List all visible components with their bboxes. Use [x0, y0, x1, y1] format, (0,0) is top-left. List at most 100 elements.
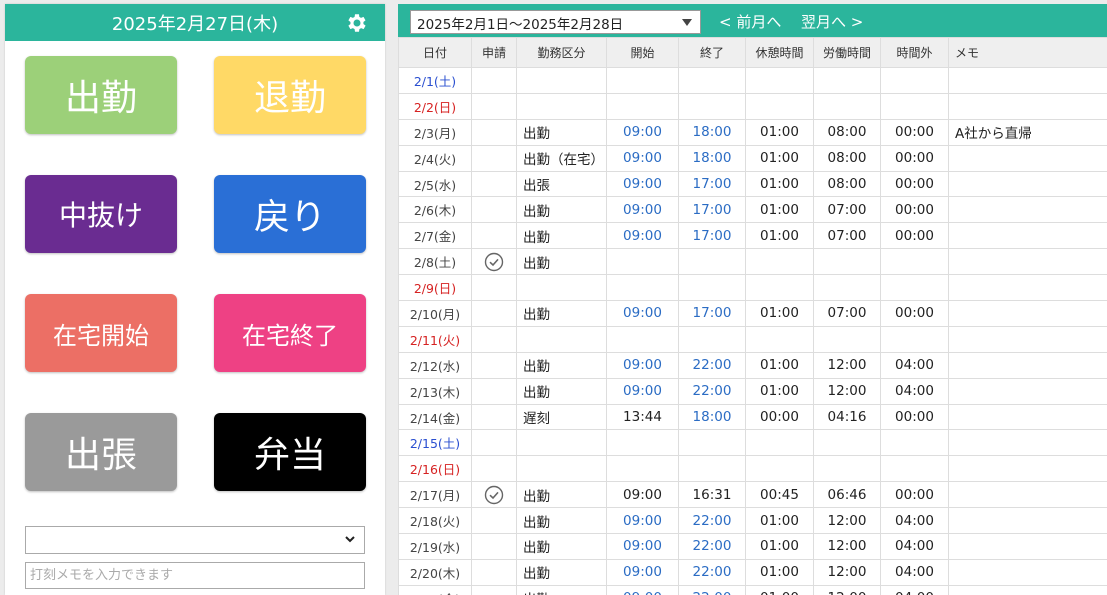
- gear-icon[interactable]: [345, 11, 369, 35]
- end-time-cell[interactable]: [678, 325, 746, 353]
- end-time-cell[interactable]: 17:00: [678, 170, 746, 198]
- table-row[interactable]: 2/16(日): [398, 455, 1107, 483]
- start-time-cell[interactable]: [606, 67, 679, 94]
- end-time-cell[interactable]: 18:00: [678, 144, 746, 172]
- start-time-cell[interactable]: [606, 429, 679, 457]
- start-time-cell[interactable]: 09:00: [606, 222, 679, 250]
- table-row[interactable]: 2/11(火): [398, 325, 1107, 353]
- table-row[interactable]: 2/6(木) 出勤 09:00 17:00 01:00 07:00 00:00: [398, 196, 1107, 224]
- table-row[interactable]: 2/18(火) 出勤 09:00 22:00 01:00 12:00 04:00: [398, 507, 1107, 535]
- clock-in-button[interactable]: 出勤: [25, 56, 177, 134]
- request-cell[interactable]: [471, 170, 517, 198]
- end-time-cell[interactable]: 18:00: [678, 403, 746, 431]
- break-time-cell: 01:00: [745, 377, 814, 405]
- table-row[interactable]: 2/15(土): [398, 429, 1107, 457]
- end-time-cell[interactable]: 22:00: [678, 533, 746, 560]
- table-row[interactable]: 2/5(水) 出張 09:00 17:00 01:00 08:00 00:00: [398, 170, 1107, 198]
- start-time-cell[interactable]: [606, 325, 679, 353]
- start-time-cell[interactable]: 09:00: [606, 300, 679, 327]
- table-row[interactable]: 2/21(金) 出勤09:0022:0001:0012:0004:00: [398, 584, 1107, 595]
- end-time-cell[interactable]: [678, 92, 746, 120]
- start-time-cell[interactable]: 13:44: [606, 403, 679, 431]
- request-cell[interactable]: [471, 533, 517, 560]
- end-time-cell[interactable]: 16:31: [678, 481, 746, 509]
- table-row[interactable]: 2/12(水) 出勤 09:00 22:00 01:00 12:00 04:00: [398, 351, 1107, 379]
- end-time-cell[interactable]: 18:00: [678, 118, 746, 146]
- request-cell[interactable]: [471, 507, 517, 535]
- punch-memo-input[interactable]: [25, 562, 365, 589]
- end-time-cell[interactable]: [678, 455, 746, 483]
- request-cell[interactable]: [471, 377, 517, 405]
- punch-type-select[interactable]: [25, 526, 365, 554]
- request-cell[interactable]: [471, 584, 517, 595]
- table-row[interactable]: 2/10(月) 出勤 09:00 17:00 01:00 07:00 00:00: [398, 300, 1107, 327]
- request-cell[interactable]: [471, 481, 517, 509]
- prev-month-link[interactable]: < 前月へ: [719, 11, 781, 32]
- table-row[interactable]: 2/9(日): [398, 274, 1107, 302]
- table-row[interactable]: 2/2(日): [398, 92, 1107, 120]
- start-time-cell[interactable]: 09:00: [606, 558, 679, 586]
- request-cell[interactable]: [471, 558, 517, 586]
- end-time-cell[interactable]: 22:00: [678, 377, 746, 405]
- request-cell[interactable]: [471, 429, 517, 457]
- end-time-cell[interactable]: 22:00: [678, 558, 746, 586]
- table-row[interactable]: 2/4(火) 出勤（在宅） 09:00 18:00 01:00 08:00 00:00: [398, 144, 1107, 172]
- request-cell[interactable]: [471, 300, 517, 327]
- request-cell[interactable]: [471, 403, 517, 431]
- request-cell[interactable]: [471, 248, 517, 276]
- start-time-cell[interactable]: 09:00: [606, 196, 679, 224]
- table-row[interactable]: 2/1(土): [398, 67, 1107, 94]
- date-range-select[interactable]: 2025年2月1日～2025年2月28日: [410, 10, 701, 34]
- next-month-link[interactable]: 翌月へ >: [801, 11, 863, 32]
- end-time-cell[interactable]: 22:00: [678, 584, 746, 595]
- table-row[interactable]: 2/20(木) 出勤 09:00 22:00 01:00 12:00 04:00: [398, 558, 1107, 586]
- request-cell[interactable]: [471, 274, 517, 302]
- end-time-cell[interactable]: 17:00: [678, 300, 746, 327]
- start-time-cell[interactable]: 09:00: [606, 507, 679, 535]
- business-trip-button[interactable]: 出張: [25, 413, 177, 491]
- clock-out-button[interactable]: 退勤: [214, 56, 366, 134]
- end-time-cell[interactable]: [678, 429, 746, 457]
- end-time-cell[interactable]: 17:00: [678, 196, 746, 224]
- start-time-cell[interactable]: 09:00: [606, 584, 679, 595]
- break-out-button[interactable]: 中抜け: [25, 175, 177, 253]
- end-time-cell[interactable]: [678, 67, 746, 94]
- start-time-cell[interactable]: 09:00: [606, 144, 679, 172]
- start-time-cell[interactable]: 09:00: [606, 481, 679, 509]
- table-row[interactable]: 2/17(月) 出勤 09:00 16:31 00:45 06:46 00:00: [398, 481, 1107, 509]
- table-row[interactable]: 2/19(水) 出勤 09:00 22:00 01:00 12:00 04:00: [398, 533, 1107, 560]
- end-time-cell[interactable]: [678, 248, 746, 276]
- request-cell[interactable]: [471, 222, 517, 250]
- start-time-cell[interactable]: 09:00: [606, 118, 679, 146]
- request-cell[interactable]: [471, 67, 517, 94]
- work-type-cell: [516, 455, 607, 483]
- end-time-cell[interactable]: 17:00: [678, 222, 746, 250]
- start-time-cell[interactable]: 09:00: [606, 170, 679, 198]
- start-time-cell[interactable]: [606, 248, 679, 276]
- table-row[interactable]: 2/8(土) 出勤: [398, 248, 1107, 276]
- table-row[interactable]: 2/13(木) 出勤 09:00 22:00 01:00 12:00 04:00: [398, 377, 1107, 405]
- request-cell[interactable]: [471, 118, 517, 146]
- remote-end-button[interactable]: 在宅終了: [214, 294, 366, 372]
- remote-start-button[interactable]: 在宅開始: [25, 294, 177, 372]
- request-cell[interactable]: [471, 455, 517, 483]
- table-row[interactable]: 2/3(月) 出勤 09:00 18:00 01:00 08:00 00:00 A社から直帰: [398, 118, 1107, 146]
- request-cell[interactable]: [471, 92, 517, 120]
- start-time-cell[interactable]: [606, 92, 679, 120]
- table-row[interactable]: 2/7(金) 出勤 09:00 17:00 01:00 07:00 00:00: [398, 222, 1107, 250]
- request-cell[interactable]: [471, 144, 517, 172]
- end-time-cell[interactable]: 22:00: [678, 351, 746, 379]
- start-time-cell[interactable]: [606, 274, 679, 302]
- request-cell[interactable]: [471, 351, 517, 379]
- end-time-cell[interactable]: 22:00: [678, 507, 746, 535]
- table-row[interactable]: 2/14(金) 遅刻 13:44 18:00 00:00 04:16 00:00: [398, 403, 1107, 431]
- request-cell[interactable]: [471, 196, 517, 224]
- lunch-box-button[interactable]: 弁当: [214, 413, 366, 491]
- end-time-cell[interactable]: [678, 274, 746, 302]
- start-time-cell[interactable]: 09:00: [606, 533, 679, 560]
- start-time-cell[interactable]: 09:00: [606, 377, 679, 405]
- break-return-button[interactable]: 戻り: [214, 175, 366, 253]
- request-cell[interactable]: [471, 325, 517, 353]
- start-time-cell[interactable]: [606, 455, 679, 483]
- start-time-cell[interactable]: 09:00: [606, 351, 679, 379]
